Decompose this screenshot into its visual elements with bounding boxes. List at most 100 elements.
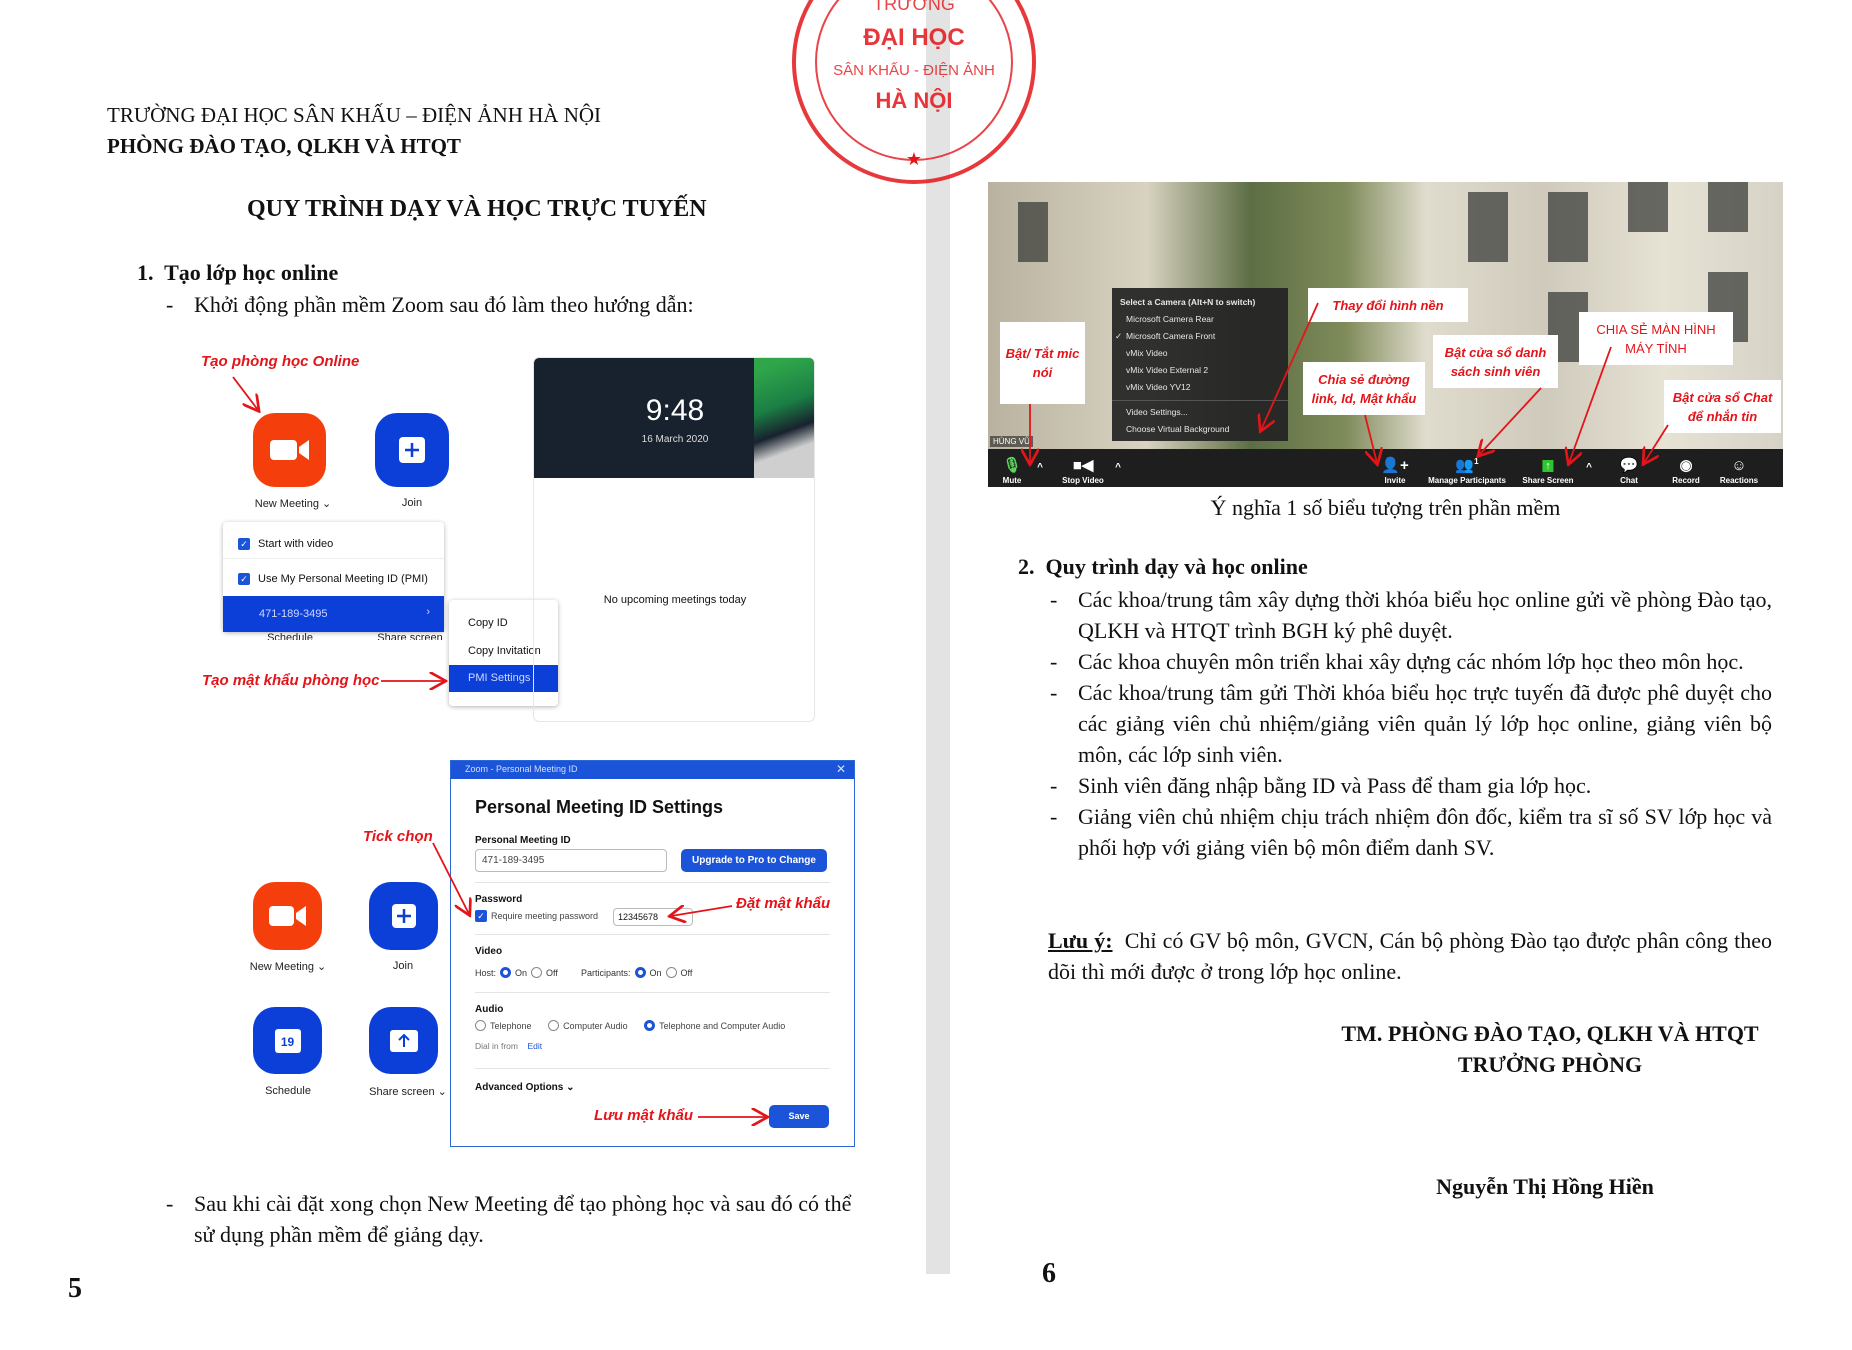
camera-option[interactable]: vMix Video External 2 (1112, 362, 1288, 379)
virtual-background-item[interactable]: Choose Virtual Background (1112, 421, 1288, 438)
mute-button[interactable]: 🎙 Mute (1002, 456, 1021, 485)
meeting-toolbar: 🎙 Mute ^ ■◀ Stop Video ^ 👤+ Invite 👥1 Manage… (988, 449, 1783, 487)
plus-icon (391, 904, 416, 928)
audio-options: Telephone Computer Audio Telephone and C… (471, 1020, 785, 1031)
require-password-checkbox[interactable]: ✓ Require meeting password (475, 910, 598, 922)
manage-participants-button[interactable]: 👥1 Manage Participants (1428, 452, 1506, 485)
participants-on-radio[interactable] (634, 967, 646, 978)
checkbox-checked-icon: ✓ (475, 910, 487, 922)
callout-invite: Chia sẻ đường link, Id, Mật khẩu (1303, 362, 1425, 415)
password-input[interactable]: 12345678 (613, 908, 693, 926)
participant-count: 1 (1474, 457, 1479, 466)
stop-video-button[interactable]: ■◀ Stop Video (1062, 456, 1104, 485)
camera-option[interactable]: Microsoft Camera Rear (1112, 311, 1288, 328)
share-arrow-up-icon (389, 1029, 418, 1052)
calendar-icon: 19 (274, 1028, 301, 1053)
section1-number: 1. (137, 260, 154, 285)
note-label: Lưu ý: (1048, 928, 1113, 953)
new-meeting-button-2[interactable] (253, 882, 322, 950)
chat-bubble-icon: 💬 (1619, 457, 1639, 474)
building-window (1468, 192, 1508, 262)
pmi-input[interactable]: 471-189-3495 (475, 849, 667, 872)
save-button[interactable]: Save (769, 1105, 829, 1128)
camera-option-selected[interactable]: ✓ Microsoft Camera Front (1112, 328, 1288, 345)
share-screen-icon: ↑ (1522, 455, 1573, 476)
annotation-tick: Tick chọn (363, 828, 433, 845)
arrow-to-new-meeting (232, 376, 258, 410)
section2-heading: 2. Quy trình dạy và học online (1018, 554, 1308, 580)
video-camera-icon (269, 440, 309, 460)
school-name: TRƯỜNG ĐẠI HỌC SÂN KHẤU – ĐIỆN ẢNH HÀ NỘ… (107, 103, 602, 127)
list-item: - Giảng viên chủ nhiệm chịu trách nhiệm đ… (1050, 801, 1772, 863)
caret-up-icon[interactable]: ^ (1037, 462, 1043, 473)
bullet-dash: - (1050, 680, 1058, 705)
advanced-options-toggle[interactable]: Advanced Options ⌄ (475, 1082, 575, 1093)
divider (475, 1068, 830, 1069)
new-meeting-button[interactable] (253, 413, 326, 487)
reactions-button[interactable]: ☺ Reactions (1720, 456, 1758, 485)
new-meeting-dropdown: ✓ Start with video ✓ Use My Personal Meeti… (223, 522, 444, 632)
telephone-radio[interactable] (475, 1020, 486, 1031)
join-button[interactable] (375, 413, 449, 487)
bullet-dash: - (166, 1191, 174, 1216)
pmi-label: Personal Meeting ID (475, 835, 571, 846)
video-settings-item[interactable]: Video Settings... (1112, 400, 1288, 421)
dialog-title: Personal Meeting ID Settings (475, 797, 724, 817)
schedule-label-behind: Schedule (267, 632, 313, 640)
annotation-set-password: Đặt mật khẩu (736, 895, 831, 912)
upgrade-button[interactable]: Upgrade to Pro to Change (681, 849, 827, 872)
section2-bullets: - Các khoa/trung tâm xây dựng thời khóa b… (1050, 584, 1772, 863)
add-person-icon: 👤+ (1381, 457, 1409, 474)
video-camera-icon: ■◀ (1072, 457, 1094, 474)
annotation-create-password: Tạo mật khẩu phòng học (202, 672, 380, 689)
record-button[interactable]: ◉ Record (1672, 456, 1700, 485)
share-screen-label-behind: Share screen (377, 632, 443, 640)
chat-button[interactable]: 💬 Chat (1620, 456, 1639, 485)
chevron-down-icon: ⌄ (566, 1082, 575, 1093)
camera-option[interactable]: vMix Video (1112, 345, 1288, 362)
host-video-options: Host: On Off (475, 967, 558, 978)
signature-position: TRƯỞNG PHÒNG (1457, 1052, 1643, 1077)
callout-background: Thay đổi hình nền (1308, 288, 1468, 322)
invite-button[interactable]: 👤+ Invite (1381, 456, 1408, 485)
host-off-radio[interactable] (531, 967, 543, 978)
participants-off-radio[interactable] (665, 967, 677, 978)
chevron-down-icon[interactable]: ⌄ (438, 1086, 447, 1098)
clock-time: 9:48 (645, 394, 705, 427)
building-window (1548, 192, 1588, 262)
menu-item-use-pmi[interactable]: ✓ Use My Personal Meeting ID (PMI) (223, 559, 444, 596)
caret-up-icon[interactable]: ^ (1586, 462, 1592, 473)
host-on-radio[interactable] (500, 967, 512, 978)
signature-title: TM. PHÒNG ĐÀO TẠO, QLKH VÀ HTQT (1341, 1021, 1759, 1046)
share-screen-label: Share screen ⌄ (369, 1086, 447, 1098)
svg-text:SÂN KHẤU - ĐIỆN ẢNH: SÂN KHẤU - ĐIỆN ẢNH (833, 62, 995, 79)
dialog-titlebar: Zoom - Personal Meeting ID ✕ (451, 761, 854, 779)
building-window (1708, 182, 1748, 232)
building-window (1628, 182, 1668, 232)
join-button-2[interactable] (369, 882, 438, 950)
list-item: - Sinh viên đăng nhập bằng ID và Pass để … (1050, 770, 1772, 801)
computer-audio-radio[interactable] (548, 1020, 560, 1031)
caret-up-icon[interactable]: ^ (1115, 462, 1121, 473)
telephone-and-computer-radio[interactable] (644, 1020, 656, 1031)
chevron-down-icon[interactable]: ⌄ (317, 961, 326, 973)
clock-header: 9:48 16 March 2020 (534, 358, 814, 478)
close-icon[interactable]: ✕ (836, 762, 846, 776)
edit-link[interactable]: Edit (527, 1041, 542, 1051)
menu-item-pmi-number[interactable]: 471-189-3495 › (223, 596, 444, 632)
svg-text:ĐẠI HỌC: ĐẠI HỌC (863, 24, 964, 51)
schedule-button[interactable]: 19 (253, 1007, 322, 1074)
menu-item-start-with-video[interactable]: ✓ Start with video (223, 522, 444, 559)
share-screen-button[interactable]: ↑ Share Screen (1522, 455, 1574, 485)
camera-option[interactable]: vMix Video YV12 (1112, 379, 1288, 396)
chevron-down-icon[interactable]: ⌄ (322, 498, 331, 510)
checkbox-checked-icon[interactable]: ✓ (238, 538, 250, 550)
checkbox-checked-icon[interactable]: ✓ (238, 573, 250, 585)
section1-title: Tạo lớp học online (164, 260, 339, 285)
camera-menu: Select a Camera (Alt+N to switch) Micros… (1112, 288, 1288, 441)
divider (475, 992, 830, 993)
record-icon: ◉ (1679, 457, 1693, 474)
share-screen-button[interactable] (369, 1007, 438, 1074)
annotation-create-room: Tạo phòng học Online (201, 353, 360, 370)
upcoming-meetings-panel: 9:48 16 March 2020 No upcoming meetings … (533, 357, 815, 722)
